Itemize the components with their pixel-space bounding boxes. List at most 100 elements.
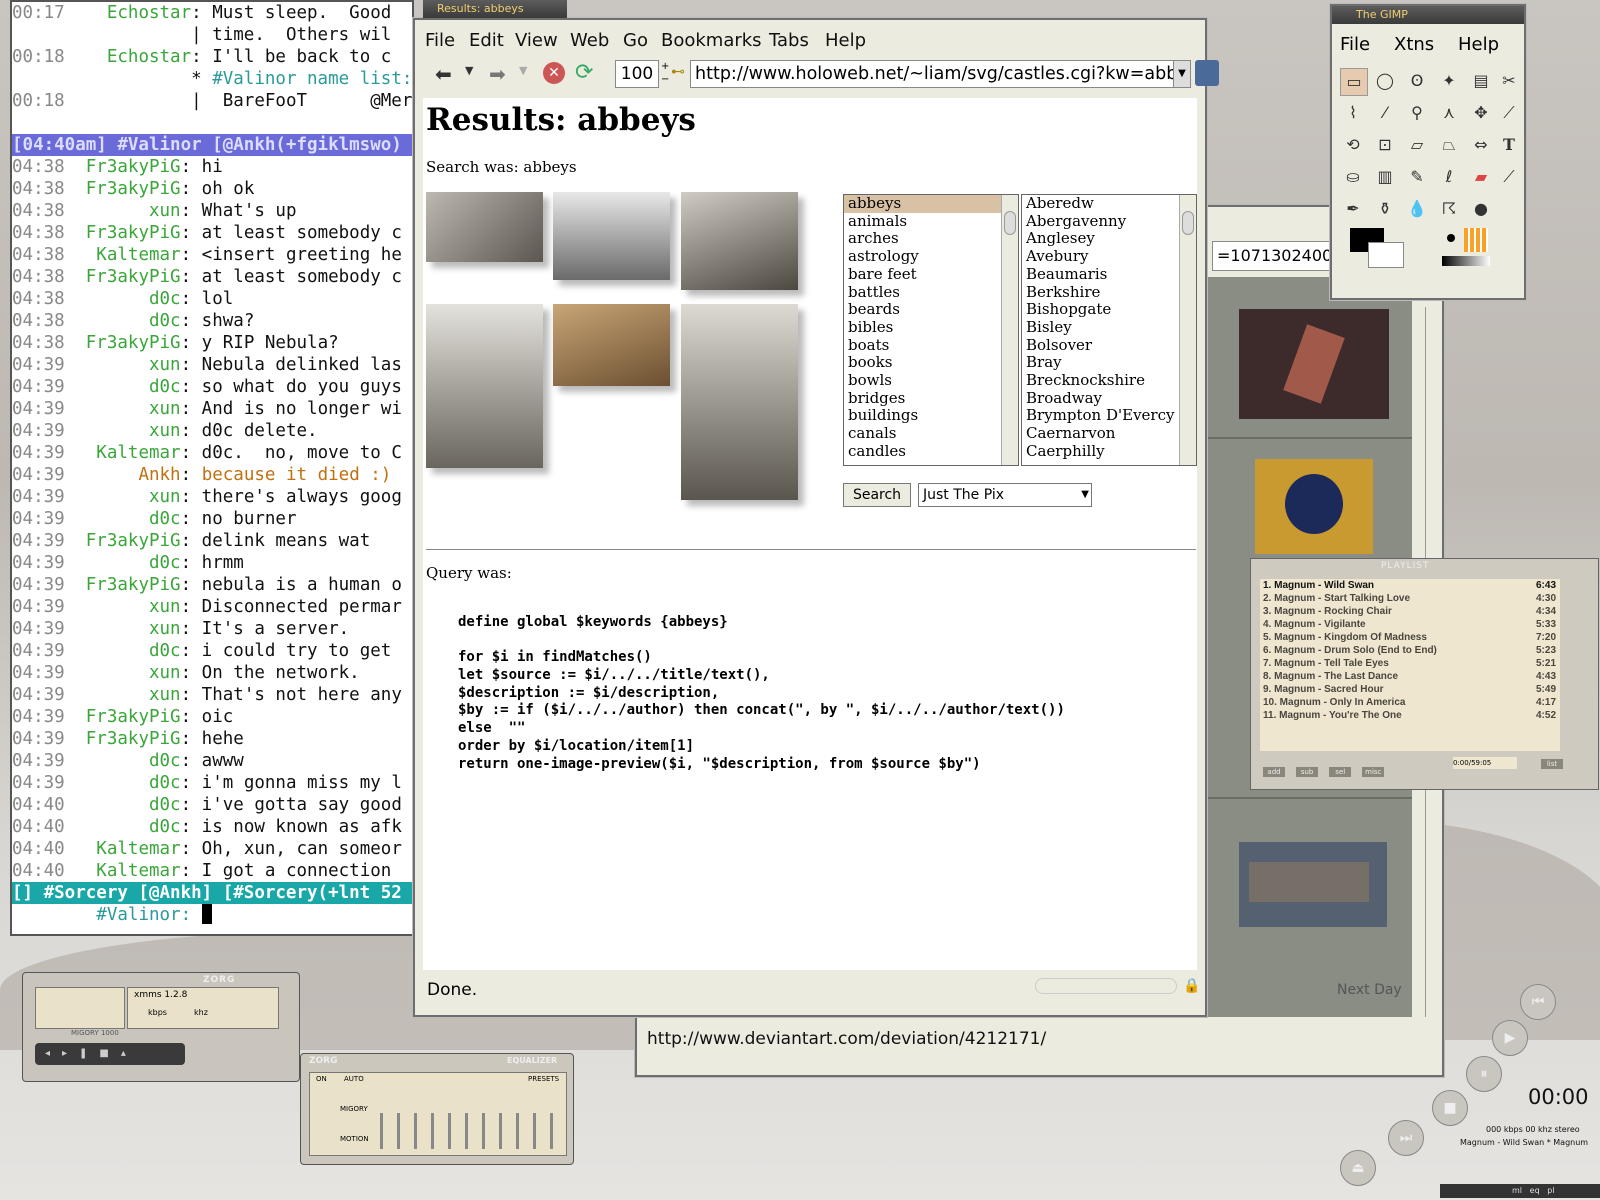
xmms-main-window[interactable]: ZORG xmms 1.2.8 kbps khz MIGORY 1000 ◂▸❚… <box>22 972 300 1082</box>
eq-auto-toggle[interactable]: AUTO <box>344 1075 364 1083</box>
playlist-track-list[interactable]: 1. Magnum - Wild Swan 6:43 2. Magnum - Sta… <box>1260 579 1560 751</box>
playlist-track[interactable]: 7. Magnum - Tell Tale Eyes 5:21 <box>1260 657 1560 670</box>
menu-tabs[interactable]: Tabs <box>769 30 809 51</box>
playlist-track[interactable]: 9. Magnum - Sacred Hour 5:49 <box>1260 683 1560 696</box>
paths-icon[interactable]: ⌇ <box>1340 100 1366 126</box>
zoom-field[interactable]: 100 <box>615 60 659 88</box>
place-option[interactable]: Avebury <box>1022 247 1196 266</box>
abbey-thumbnail-6[interactable] <box>681 304 798 500</box>
playlist-add-button[interactable]: add <box>1263 767 1285 777</box>
place-option[interactable]: Anglesey <box>1022 230 1196 248</box>
keyword-option[interactable]: beards <box>844 301 1018 319</box>
crop-icon[interactable]: ⟋ <box>1496 100 1522 126</box>
firefox-window[interactable]: Results: abbeys File Edit View Web Go Bo… <box>413 0 1219 1017</box>
keyword-option[interactable]: battles <box>844 283 1018 302</box>
place-option[interactable]: Brympton D'Evercy <box>1022 407 1196 425</box>
rect-select-icon[interactable]: ▭ <box>1340 68 1368 96</box>
abbey-thumbnail-4[interactable] <box>426 304 543 468</box>
menu-help[interactable]: Help <box>825 30 866 51</box>
playlist-track[interactable]: 6. Magnum - Drum Solo (End to End) 5:23 <box>1260 644 1560 657</box>
place-option[interactable]: Berkshire <box>1022 283 1196 302</box>
menu-go[interactable]: Go <box>623 30 648 51</box>
place-option[interactable]: Caerphilly <box>1022 442 1196 461</box>
rotate-icon[interactable]: ⟲ <box>1340 132 1366 158</box>
place-option[interactable]: Brecknockshire <box>1022 371 1196 390</box>
abbey-thumbnail-5[interactable] <box>553 304 670 386</box>
keyword-option[interactable]: bare feet <box>844 265 1018 284</box>
airbrush-icon[interactable]: ⟋ <box>1496 164 1522 190</box>
abbey-thumbnail-2[interactable] <box>553 192 670 280</box>
lasso-icon[interactable]: ʘ <box>1404 68 1430 94</box>
playlist-track[interactable]: 8. Magnum - The Last Dance 4:43 <box>1260 670 1560 683</box>
place-option[interactable]: Broadway <box>1022 389 1196 408</box>
zoom-icon[interactable]: ⚲ <box>1404 100 1430 126</box>
xmms-playlist-window[interactable]: PLAYLIST 1. Magnum - Wild Swan 6:43 2. Mag… <box>1250 558 1599 790</box>
stop-icon[interactable]: ✕ <box>543 62 565 84</box>
zoom-stepper-icon[interactable]: + − <box>661 60 669 86</box>
secondary-player[interactable]: ⏮ ▶ ⏸ ■ ⏭ ⏏ 00:00 000 kbps 00 khz stereo… <box>1340 960 1600 1200</box>
abbey-thumbnail-3[interactable] <box>681 192 798 290</box>
place-option[interactable]: Abergavenny <box>1022 212 1196 231</box>
go-icon[interactable] <box>1195 60 1219 86</box>
scissors-icon[interactable]: ✂ <box>1496 68 1522 94</box>
mode-select[interactable]: Just The Pix ▼ <box>918 483 1092 507</box>
playlist-track[interactable]: 4. Magnum - Vigilante 5:33 <box>1260 618 1560 631</box>
playlist-sel-button[interactable]: sel <box>1329 767 1352 777</box>
keyword-option[interactable]: abbeys <box>844 195 1018 213</box>
keyword-scrollbar[interactable] <box>1001 195 1018 465</box>
flip-icon[interactable]: ⇔ <box>1468 132 1494 158</box>
place-option[interactable]: Bray <box>1022 354 1196 372</box>
previous-track-icon[interactable]: ⏮ <box>1520 984 1556 1020</box>
gimp-menu-xtns[interactable]: Xtns <box>1394 34 1434 55</box>
url-bar[interactable]: http://www.holoweb.net/~liam/svg/castles… <box>690 60 1174 88</box>
keyword-option[interactable]: bridges <box>844 389 1018 408</box>
keyword-option[interactable]: candles <box>844 442 1018 461</box>
playlist-sub-button[interactable]: sub <box>1296 767 1319 777</box>
eq-on-toggle[interactable]: ON <box>316 1075 327 1083</box>
bucket-fill-icon[interactable]: ⛀ <box>1340 164 1366 190</box>
thumbnail-red-figure[interactable] <box>1239 309 1389 419</box>
place-option[interactable]: Aberedw <box>1022 195 1196 213</box>
place-scrollbar[interactable] <box>1179 195 1196 465</box>
perspective-icon[interactable]: ⏢ <box>1436 132 1462 158</box>
back-history-dropdown-icon[interactable]: ▼ <box>465 64 473 77</box>
playlist-track[interactable]: 2. Magnum - Start Talking Love 4:30 <box>1260 592 1560 605</box>
scale-icon[interactable]: ⊡ <box>1372 132 1398 158</box>
keyword-option[interactable]: arches <box>844 230 1018 248</box>
playlist-track[interactable]: 1. Magnum - Wild Swan 6:43 <box>1260 579 1560 592</box>
playlist-track[interactable]: 5. Magnum - Kingdom Of Madness 7:20 <box>1260 631 1560 644</box>
ellipse-select-icon[interactable]: ◯ <box>1372 68 1398 94</box>
pl-button[interactable]: pl <box>1547 1186 1554 1195</box>
playlist-track[interactable]: 3. Magnum - Rocking Chair 4:34 <box>1260 605 1560 618</box>
keyword-option[interactable]: bowls <box>844 371 1018 390</box>
irc-input-line[interactable]: #Valinor: <box>12 904 412 926</box>
pencil-icon[interactable]: ✎ <box>1404 164 1430 190</box>
place-option[interactable]: Bisley <box>1022 318 1196 337</box>
eraser-icon[interactable]: ▰ <box>1468 164 1494 190</box>
text-tool-icon[interactable]: T <box>1496 132 1522 158</box>
playlist-track[interactable]: 10. Magnum - Only In America 4:17 <box>1260 696 1560 709</box>
clone-icon[interactable]: ⚱ <box>1372 196 1398 222</box>
keyword-option[interactable]: astrology <box>844 247 1018 266</box>
gimp-toolbox-window[interactable]: The GIMP File Xtns Help ▭ ◯ ʘ ✦ ▤ ✂ ⌇ ⁄ … <box>1330 4 1526 300</box>
forward-history-dropdown-icon[interactable]: ▼ <box>519 64 527 77</box>
menu-web[interactable]: Web <box>570 30 609 51</box>
menu-view[interactable]: View <box>515 30 558 51</box>
smudge-icon[interactable]: ☈ <box>1436 196 1462 222</box>
playlist-track[interactable]: 11. Magnum - You're The One 4:52 <box>1260 709 1560 722</box>
place-option[interactable]: Bishopgate <box>1022 301 1196 319</box>
background-color-swatch[interactable] <box>1368 242 1404 268</box>
keyword-option[interactable]: boats <box>844 336 1018 355</box>
gimp-menu-help[interactable]: Help <box>1458 34 1499 55</box>
place-listbox[interactable]: Aberedw Abergavenny Anglesey Avebury Beaumar… <box>1021 194 1197 466</box>
pause-icon[interactable]: ⏸ <box>1466 1056 1502 1092</box>
next-track-icon[interactable]: ⏭ <box>1388 1120 1424 1156</box>
blur-icon[interactable]: 💧 <box>1404 196 1430 222</box>
abbey-thumbnail-1[interactable] <box>426 192 543 262</box>
gimp-menu-file[interactable]: File <box>1340 34 1370 55</box>
magic-wand-icon[interactable]: ✦ <box>1436 68 1462 94</box>
keyword-option[interactable]: bibles <box>844 318 1018 337</box>
measure-icon[interactable]: ⋏ <box>1436 100 1462 126</box>
keyword-listbox[interactable]: abbeys animals arches astrology bare feet bat… <box>843 194 1019 466</box>
dodge-burn-icon[interactable]: ● <box>1468 196 1494 222</box>
